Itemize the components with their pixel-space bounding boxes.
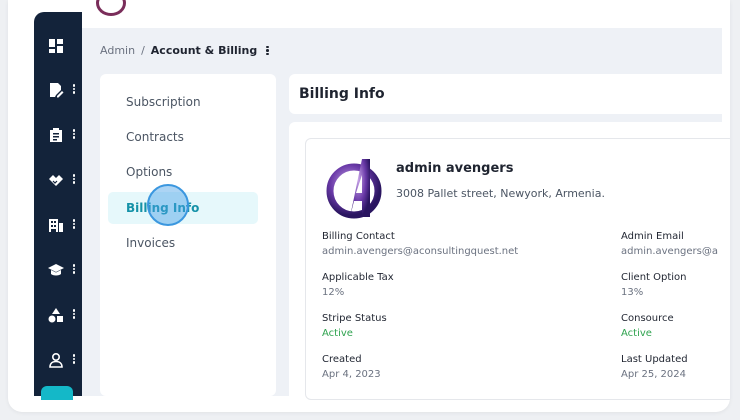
field-value: 13% [621,287,644,298]
field-label: Stripe Status [322,313,387,324]
field-label: Consource [621,313,674,324]
more-icon[interactable] [72,128,76,140]
dashboard-icon [49,39,63,53]
user-icon [49,352,63,368]
sidebar-item-tasks[interactable] [48,125,80,145]
sidebar-rail [34,12,82,400]
field-value: admin.avengers@aconsultingquest.net [322,246,519,257]
sidebar-item-dashboard[interactable] [48,36,80,56]
kebab-menu-icon[interactable] [265,45,269,57]
field-stripe-status: Stripe Status Active [322,313,387,339]
field-last-updated: Last Updated Apr 25, 2024 [621,354,688,380]
app-window: Admin / Account & Billing Subscription C… [8,0,730,412]
shapes-icon [48,308,63,323]
sidebar-item-catalog[interactable] [48,305,80,325]
field-label: Admin Email [621,231,684,242]
status-badge: Active [322,328,353,339]
settings-menu: Subscription Contracts Options Billing I… [100,74,276,396]
field-client-option: Client Option 13% [621,272,687,298]
sidebar-item-documents[interactable] [48,80,80,100]
billing-panel: Billing Info admin avengers 3008 Pallet … [289,74,730,400]
field-label: Last Updated [621,354,688,365]
field-applicable-tax: Applicable Tax 12% [322,272,394,298]
breadcrumb-root[interactable]: Admin [100,44,135,57]
field-admin-email: Admin Email admin.avengers@a [621,231,718,257]
more-icon[interactable] [72,218,76,230]
page-title: Billing Info [289,74,722,114]
menu-item-options[interactable]: Options [108,156,258,188]
click-indicator [147,184,189,226]
field-value: Apr 4, 2023 [322,369,381,380]
graduation-cap-icon [48,264,64,276]
clipboard-icon [50,128,62,142]
field-value: admin.avengers@a [621,246,718,257]
more-icon[interactable] [72,263,76,275]
handshake-icon [49,175,63,186]
field-label: Billing Contact [322,231,395,242]
breadcrumb-current: Account & Billing [150,44,258,57]
menu-item-subscription[interactable]: Subscription [108,86,258,118]
breadcrumb-separator: / [141,44,145,57]
sidebar-item-organizations[interactable] [48,215,80,235]
field-label: Client Option [621,272,687,283]
sidebar-item-users[interactable] [48,350,80,370]
more-icon[interactable] [72,308,76,320]
building-icon [49,219,63,232]
field-billing-contact: Billing Contact admin.avengers@aconsulti… [322,231,518,257]
menu-item-contracts[interactable]: Contracts [108,121,258,153]
field-value: 12% [322,287,345,298]
field-label: Created [322,354,362,365]
more-icon[interactable] [72,83,76,95]
field-created: Created Apr 4, 2023 [322,354,381,380]
sidebar-item-partners[interactable] [48,170,80,190]
field-label: Applicable Tax [322,272,394,283]
status-badge: Active [621,328,652,339]
billing-card-container: admin avengers 3008 Pallet street, Newyo… [289,122,730,400]
company-logo [326,159,382,219]
sidebar-item-training[interactable] [48,260,80,280]
more-icon[interactable] [72,173,76,185]
breadcrumb: Admin / Account & Billing [100,44,269,57]
field-consource: Consource Active [621,313,674,339]
company-address: 3008 Pallet street, Newyork, Armenia. [396,187,605,200]
company-name: admin avengers [396,161,514,176]
menu-item-invoices[interactable]: Invoices [108,227,258,259]
billing-card: admin avengers 3008 Pallet street, Newyo… [305,138,730,400]
app-logo [96,0,126,16]
sidebar-active-indicator[interactable] [41,386,73,400]
field-value: Apr 25, 2024 [621,369,687,380]
more-icon[interactable] [72,353,76,365]
content-area: Admin / Account & Billing Subscription C… [82,28,730,400]
edit-document-icon [50,83,64,98]
